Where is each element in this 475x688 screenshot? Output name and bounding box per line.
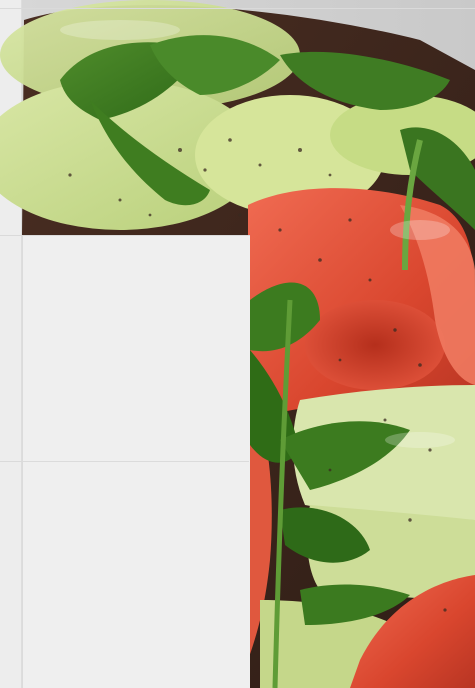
- top-divider: [0, 8, 475, 9]
- gutter-divider-top: [0, 235, 22, 236]
- canvas-stage: [0, 0, 475, 688]
- gutter-divider-mid: [0, 461, 22, 462]
- panel-divider: [22, 461, 249, 462]
